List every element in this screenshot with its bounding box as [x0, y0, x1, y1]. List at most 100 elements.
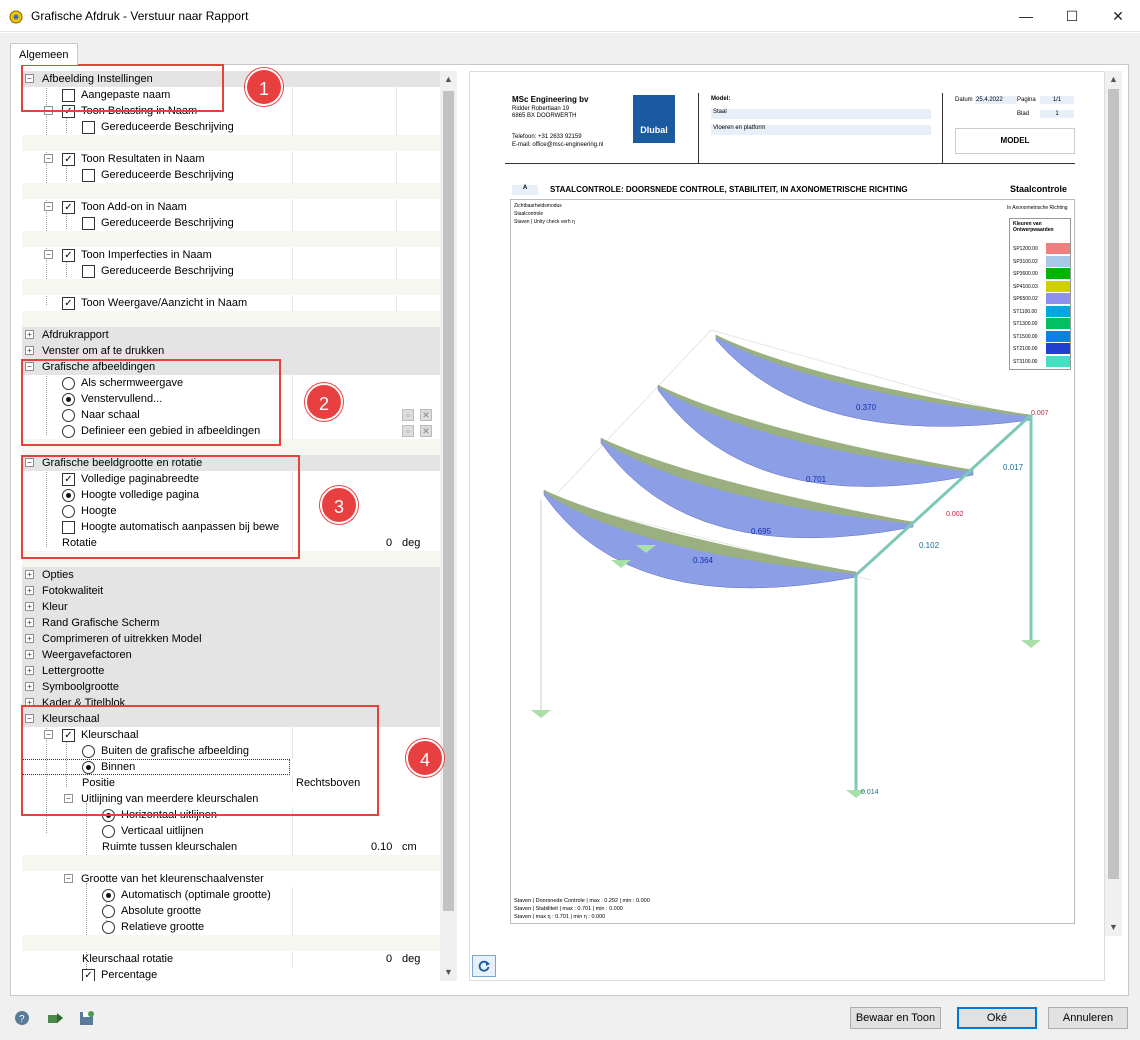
automatisch-radio[interactable]: [102, 889, 115, 902]
annotation-box-1: [21, 64, 224, 112]
tree-row: Gereduceerde Beschrijving: [22, 167, 440, 183]
expand-icon[interactable]: +: [25, 618, 34, 627]
collapse-icon[interactable]: −: [44, 154, 53, 163]
tree-factoren[interactable]: + Weergavefactoren: [22, 647, 440, 663]
tree-row: ✓ Toon Weergave/Aanzicht in Naam: [22, 295, 440, 311]
tree-opties[interactable]: + Opties: [22, 567, 440, 583]
save-and-show-button[interactable]: Bewaar en Toon: [850, 1007, 941, 1029]
tree-symbool[interactable]: + Symboolgrootte: [22, 679, 440, 695]
collapse-icon[interactable]: −: [44, 250, 53, 259]
tree-rand[interactable]: + Rand Grafische Scherm: [22, 615, 440, 631]
footer-line: Staven | max η : 0.701 | min η : 0.000: [514, 914, 606, 920]
expand-icon[interactable]: +: [25, 570, 34, 579]
area-delete-icon[interactable]: ✕: [420, 425, 432, 437]
scroll-down-icon[interactable]: ▼: [440, 964, 457, 981]
relatieve-radio[interactable]: [102, 921, 115, 934]
structure-image: Zichtbaarheidsmodus Staalcontrole Staven…: [510, 199, 1075, 924]
addon-checkbox[interactable]: ✓: [62, 201, 75, 214]
resultaten-checkbox[interactable]: ✓: [62, 153, 75, 166]
address-line: 6865 BX DOORWERTH: [512, 113, 577, 119]
report-page: MSc Engineering bv Ridder Robertlaan 19 …: [505, 85, 1080, 930]
tab-algemeen[interactable]: Algemeen: [10, 43, 78, 65]
tree-row: Gereduceerde Beschrijving: [22, 119, 440, 135]
tree-letter[interactable]: + Lettergrootte: [22, 663, 440, 679]
collapse-icon[interactable]: −: [64, 874, 73, 883]
print-settings-button[interactable]: [44, 1008, 66, 1028]
area-edit-icon[interactable]: ▫: [402, 425, 414, 437]
value-label: 0.364: [693, 556, 714, 565]
value-label: 0.695: [751, 527, 772, 536]
imperfecties-checkbox[interactable]: ✓: [62, 249, 75, 262]
badge-4: 4: [406, 739, 444, 777]
expand-icon[interactable]: +: [25, 602, 34, 611]
expand-icon[interactable]: +: [25, 346, 34, 355]
minimize-button[interactable]: —: [1003, 0, 1049, 32]
tree-afdrukrapport[interactable]: + Afdrukrapport: [22, 327, 440, 343]
tree-kleur[interactable]: + Kleur: [22, 599, 440, 615]
blad-label: Blad: [1017, 111, 1030, 117]
tree-comprimeren[interactable]: + Comprimeren of uitrekken Model: [22, 631, 440, 647]
refresh-button[interactable]: [472, 955, 496, 977]
scale-delete-icon[interactable]: ✕: [420, 409, 432, 421]
app-icon: [9, 10, 23, 24]
badge-2: 2: [305, 383, 343, 421]
tree-row: Absolute grootte: [22, 903, 440, 919]
weergave-checkbox[interactable]: ✓: [62, 297, 75, 310]
cancel-button[interactable]: Annuleren: [1048, 1007, 1128, 1029]
scroll-thumb[interactable]: [1108, 89, 1119, 879]
expand-icon[interactable]: +: [25, 586, 34, 595]
close-button[interactable]: ✕: [1095, 0, 1140, 32]
expand-icon[interactable]: +: [25, 682, 34, 691]
scroll-up-icon[interactable]: ▲: [1105, 71, 1122, 88]
verticaal-radio[interactable]: [102, 825, 115, 838]
value-label: 0.002: [946, 511, 964, 518]
badge-3: 3: [320, 486, 358, 524]
preview-scrollbar[interactable]: ▲ ▼: [1105, 71, 1122, 936]
tree-row: − ✓ Toon Resultaten in Naam: [22, 151, 440, 167]
gered1-checkbox[interactable]: [82, 121, 95, 134]
tree-row: Kleurschaal rotatie 0 deg: [82, 951, 421, 967]
section-tag: A: [512, 185, 538, 195]
help-button[interactable]: ?: [11, 1008, 33, 1028]
scroll-down-icon[interactable]: ▼: [1105, 919, 1122, 936]
value-label: 0.017: [1003, 463, 1024, 472]
kleurschaal-rotatie-input[interactable]: 0: [386, 953, 392, 965]
expand-icon[interactable]: +: [25, 330, 34, 339]
scroll-thumb[interactable]: [443, 91, 454, 911]
window-title: Grafische Afdruk - Verstuur naar Rapport: [31, 9, 249, 23]
gered4-checkbox[interactable]: [82, 265, 95, 278]
email: E-mail: office@msc-engineering.nl: [512, 142, 604, 148]
rotatie-input[interactable]: 0: [386, 537, 392, 549]
ok-button[interactable]: Oké: [957, 1007, 1037, 1029]
tree-row: ✓ Percentage: [22, 967, 440, 981]
address-line: Ridder Robertlaan 19: [512, 106, 570, 112]
tree-foto[interactable]: + Fotokwaliteit: [22, 583, 440, 599]
scale-edit-icon[interactable]: ▫: [402, 409, 414, 421]
company-name: MSc Engineering bv: [512, 95, 589, 104]
tree-venster[interactable]: + Venster om af te drukken: [22, 343, 440, 359]
scroll-up-icon[interactable]: ▲: [440, 71, 457, 88]
tree-spacer: [22, 855, 440, 871]
tree-spacer: [22, 935, 440, 951]
expand-icon[interactable]: +: [25, 666, 34, 675]
tree-spacer: [22, 183, 440, 199]
expand-icon[interactable]: +: [25, 650, 34, 659]
refresh-icon: [478, 960, 490, 972]
percentage-checkbox[interactable]: ✓: [82, 969, 95, 981]
tree-scrollbar[interactable]: ▲ ▼: [440, 71, 457, 981]
absolute-radio[interactable]: [102, 905, 115, 918]
blad-value: 1: [1040, 110, 1074, 118]
ruimte-input[interactable]: 0.10: [371, 841, 392, 853]
arrow-icon: [48, 1013, 63, 1023]
tree-spacer: [22, 311, 440, 327]
expand-icon[interactable]: +: [25, 634, 34, 643]
save-settings-button[interactable]: [76, 1008, 98, 1028]
beam-1: [715, 334, 1032, 427]
gered2-checkbox[interactable]: [82, 169, 95, 182]
maximize-button[interactable]: ☐: [1049, 0, 1095, 32]
gered3-checkbox[interactable]: [82, 217, 95, 230]
datum-value: 25.4.2022: [975, 96, 1017, 104]
dlubal-logo: Dlubal: [633, 95, 675, 143]
collapse-icon[interactable]: −: [44, 202, 53, 211]
tree-row: Ruimte tussen kleurschalen 0.10 cm: [102, 839, 417, 855]
